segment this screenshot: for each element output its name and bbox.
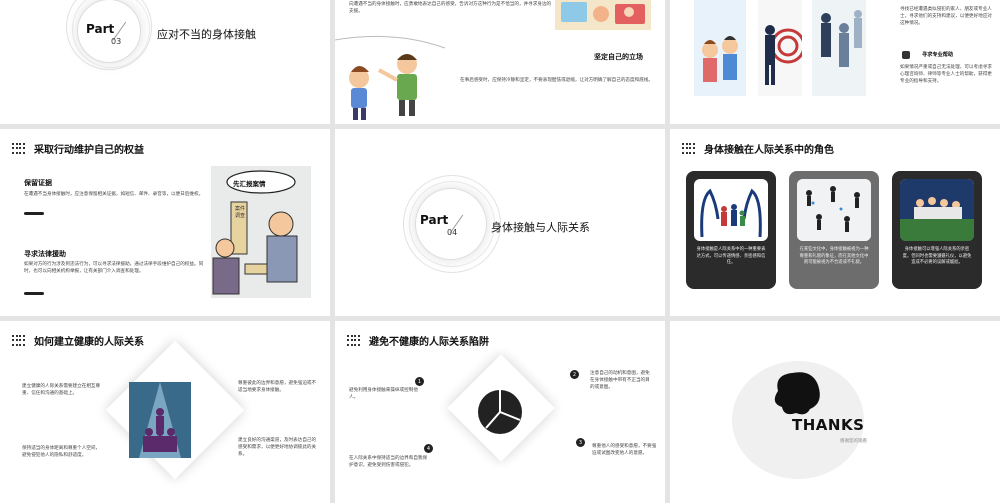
slide-protect-rights[interactable]: 采取行动维护自己的权益 保留证据 在遭遇不当身体接触时，应注意保留相关证据，如短… (0, 129, 330, 316)
legal-aid-text: 如果对方的行为涉及到违法行为，可以寻求法律援助，通过法律手段维护自己的权益。同时… (24, 262, 204, 274)
top-text: 向遭遇不当的身体接触时，应勇敢地表达自己的感受，告诉对方这种行为是不恰当的，并寻… (349, 2, 552, 14)
text-top-left: 建立健康的人际关系需要建立在相互尊重、信任和沟通的基础上。 (22, 384, 101, 396)
role-card-1[interactable]: 身体接触是人际关系中的一种重要表达方式，可以传递情感、亲密感和信任。 (686, 171, 776, 289)
report-case-cartoon: 先汇报案情 案件调查 (211, 166, 311, 298)
team-huddle-illustration (900, 179, 974, 241)
number-badge: 2 (570, 370, 579, 379)
number-badge: 4 (424, 444, 433, 453)
trap-text-3: 尊重他人的感受和意愿，不要强迫或试图改变他人的意愿。 (592, 444, 657, 456)
slide-thanks[interactable]: THANKS 感谢您的观看 (670, 321, 1000, 503)
divider-bar (24, 212, 44, 215)
slide-title: 避免不健康的人际关系陷阱 (369, 337, 489, 348)
part-number: 04 (447, 228, 458, 237)
dots-icon (12, 334, 26, 347)
slide-role-of-contact[interactable]: 身体接触在人际关系中的角色 身体接触是人际关系中的一种重要表达方式，可以传递情感… (670, 129, 1000, 316)
silhouette-figures-illustration (812, 0, 866, 96)
thanks-subtitle: 感谢您的观看 (840, 439, 867, 444)
slide-header: 身体接触在人际关系中的角色 (682, 141, 834, 156)
slide-title: 身体接触在人际关系中的角色 (704, 145, 834, 156)
cartoon-children-illustration (694, 0, 746, 96)
dots-icon (347, 334, 361, 347)
trap-text-4: 在人际关系中保持适当的边界和自我保护意识，避免受到伤害或侵犯。 (349, 456, 428, 468)
thanks-text: THANKS (792, 416, 865, 434)
text-bottom-left: 保持适当的身体距离和尊重个人空间，避免侵犯他人的隐私和舒适度。 (22, 446, 101, 458)
slide-header: 采取行动维护自己的权益 (12, 141, 144, 156)
slide-grid: Part 03 应对不当的身体接触 向遭遇不当的身体接触时，应勇敢地表达自己的感… (0, 0, 1000, 503)
sign-text: 先汇报案情 (233, 180, 266, 188)
card-text: 身体接触是人际关系中的一种重要表达方式，可以传递情感、亲密感和信任。 (696, 247, 766, 266)
divider-bar (24, 292, 44, 295)
professional-help-text: 如果情况严重或自己无法处理，可以考虑寻求心理咨询师、律师等专业人士的帮助，获得更… (900, 65, 992, 84)
slide-header: 如何建立健康的人际关系 (12, 333, 144, 348)
number-badge: 3 (576, 438, 585, 447)
slide-part-04[interactable]: Part 04 身体接触与人际关系 (335, 129, 665, 316)
role-card-2[interactable]: 在某些文化中，身体接触被视为一种尊重和礼貌的象征，而在其他文化中则可能被视为不合… (789, 171, 879, 289)
banner-text: 案件调查 (235, 206, 246, 219)
slide-header: 避免不健康的人际关系陷阱 (347, 333, 489, 348)
support-text: 寻找已经遭遇类似侵犯的家人、朋友或专业人士，寻求他们的支持和建议，以便更好地应对… (900, 7, 992, 26)
part-label: Part (420, 213, 449, 227)
evidence-heading: 保留证据 (24, 179, 52, 187)
section-heading: 坚定自己的立场 (594, 53, 643, 61)
slide-title: 采取行动维护自己的权益 (34, 145, 144, 156)
slide-seek-help[interactable]: 寻找已经遭遇类似侵犯的家人、朋友或专业人士，寻求他们的支持和建议，以便更好地应对… (670, 0, 1000, 124)
number-badge: 1 (415, 377, 424, 386)
slide-title: 如何建立健康的人际关系 (34, 337, 144, 348)
spiral-target-illustration (758, 0, 802, 96)
spotlight-crowd-illustration (129, 382, 191, 458)
legal-aid-heading: 寻求法律援助 (24, 250, 66, 258)
part-number: 03 (111, 37, 122, 46)
text-bottom-right: 建立良好的沟通渠道，及时表达自己的感受和需求，以便更好地协调彼此的关系。 (238, 438, 317, 457)
slide-healthy-relationships[interactable]: 如何建立健康的人际关系 建立健康的人际关系需要建立在相互尊重、信任和沟通的基础上… (0, 321, 330, 503)
text-top-right: 尊重彼此的边界和意愿，避免强迫或不适当地要求身体接触。 (238, 381, 317, 393)
trap-text-2: 注意自己的动机和意图，避免在身体接触中带有不正当的目的或意图。 (590, 371, 650, 390)
section-title: 应对不当的身体接触 (157, 28, 256, 41)
slide-part-03[interactable]: Part 03 应对不当的身体接触 (0, 0, 330, 124)
boy-scolding-illustration (335, 35, 445, 120)
section-body: 在事后感受时，应保持冷静和坚定，不要表现胆怯或退缩，让对方明确了解自己的态度和底… (460, 78, 653, 83)
section-title: 身体接触与人际关系 (491, 221, 590, 234)
dots-icon (12, 142, 26, 155)
hands-family-illustration (694, 179, 768, 241)
people-network-illustration (797, 179, 871, 241)
dots-icon (682, 142, 696, 155)
cartoon-classroom-illustration (555, 0, 651, 30)
card-text: 身体接触可以增强人际关系的亲密度，但同时也需要遵循礼仪，以避免造成不必要的误解或… (902, 247, 972, 266)
role-card-3[interactable]: 身体接触可以增强人际关系的亲密度，但同时也需要遵循礼仪，以避免造成不必要的误解或… (892, 171, 982, 289)
slide-avoid-traps[interactable]: 避免不健康的人际关系陷阱 1 避免利用身体接触来操纵或控制他人。 2 注意自己的… (335, 321, 665, 503)
section-heading: 寻求专业帮助 (922, 52, 954, 58)
evidence-text: 在遭遇不当身体接触时，应注意保留相关证据，如短信、邮件、录音等，以便日后维权。 (24, 192, 204, 197)
slide-stand-firm[interactable]: 向遭遇不当的身体接触时，应勇敢地表达自己的感受，告诉对方这种行为是不恰当的，并寻… (335, 0, 665, 124)
part-label: Part (86, 22, 115, 36)
ink-splash-icon (774, 372, 820, 415)
card-text: 在某些文化中，身体接触被视为一种尊重和礼貌的象征，而在其他文化中则可能被视为不合… (799, 247, 869, 266)
trap-text-1: 避免利用身体接触来操纵或控制他人。 (349, 388, 418, 400)
pie-logo-icon (478, 390, 522, 434)
tag-icon (902, 51, 910, 59)
